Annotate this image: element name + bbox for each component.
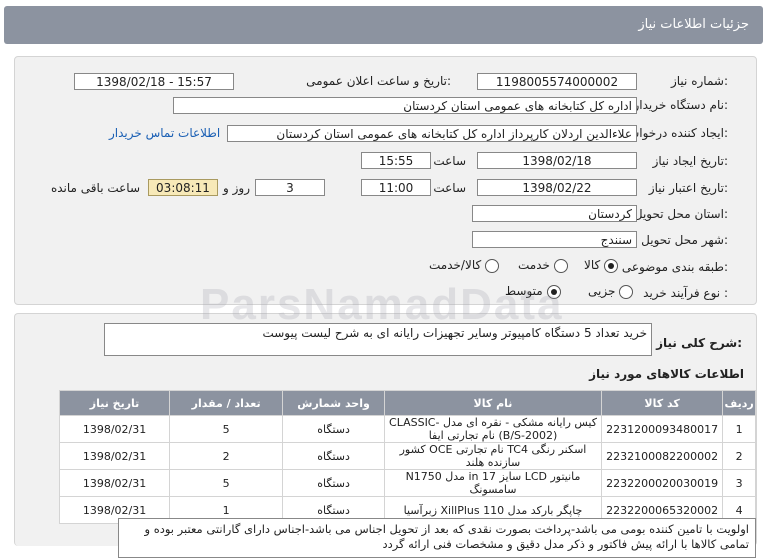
page-header: جزئیات اطلاعات نیاز — [4, 6, 763, 44]
radio-icon — [553, 258, 568, 273]
remaining-time-field[interactable]: 03:08:11 — [148, 179, 218, 196]
province-field[interactable]: کردستان — [472, 205, 637, 222]
need-details-panel: شماره نیاز: 1198005574000002 تاریخ و ساع… — [14, 56, 757, 305]
validity-date-label: تاریخ اعتبار نیاز: — [648, 181, 728, 195]
announce-field[interactable]: 1398/02/18 - 15:57 — [74, 73, 234, 90]
validity-date-field[interactable]: 1398/02/22 — [477, 179, 637, 196]
cell-unit: دستگاه — [282, 442, 385, 470]
cell-row: 2 — [722, 442, 756, 470]
need-number-label: شماره نیاز: — [670, 74, 728, 88]
validity-time-field[interactable]: 11:00 — [361, 179, 431, 196]
category-option-both-label: کالا/خدمت — [429, 258, 482, 272]
process-label: نوع فرآیند خرید : — [643, 286, 728, 300]
cell-code: 2232100082200002 — [600, 442, 724, 470]
page-title: جزئیات اطلاعات نیاز — [638, 17, 749, 32]
cell-name: کیس رایانه مشکی - نقره ای مدل CLASSIC-(B… — [384, 415, 602, 443]
process-option-medium[interactable]: متوسط — [505, 284, 561, 299]
category-option-both[interactable]: کالا/خدمت — [429, 258, 500, 273]
cell-date: 1398/02/31 — [58, 415, 171, 443]
col-header-name: نام کالا — [384, 390, 602, 416]
province-label: استان محل تحویل: — [633, 207, 728, 221]
cell-unit: دستگاه — [282, 469, 385, 497]
col-header-row: ردیف — [722, 390, 756, 416]
category-label: طبقه بندی موضوعی: — [621, 260, 728, 274]
cell-unit: دستگاه — [282, 415, 385, 443]
cell-code: 2232200020030019 — [600, 469, 724, 497]
requester-field[interactable]: علاءالدین اردلان کارپرداز اداره کل کتابخ… — [227, 125, 637, 142]
process-option-minor[interactable]: جزیی — [588, 284, 634, 299]
cell-qty: 5 — [169, 415, 284, 443]
goods-panel: شرح کلی نیاز: خرید تعداد 5 دستگاه کامپیو… — [14, 313, 757, 558]
radio-selected-icon — [546, 284, 561, 299]
cell-row: 3 — [722, 469, 756, 497]
category-option-service-label: خدمت — [518, 258, 550, 272]
radio-icon — [619, 284, 634, 299]
goods-table: ردیف کد کالا نام کالا واحد شمارش تعداد /… — [58, 390, 756, 524]
created-time-label: ساعت — [433, 154, 466, 168]
col-header-unit: واحد شمارش — [282, 390, 385, 416]
category-option-service[interactable]: خدمت — [518, 258, 568, 273]
need-number-field[interactable]: 1198005574000002 — [477, 73, 637, 90]
buyer-org-label: نام دستگاه خریدار: — [633, 98, 729, 112]
radio-selected-icon — [604, 258, 619, 273]
created-date-field[interactable]: 1398/02/18 — [477, 152, 637, 169]
col-header-date: تاریخ نیاز — [58, 390, 171, 416]
city-field[interactable]: سنندج — [472, 231, 637, 248]
category-option-goods[interactable]: کالا — [584, 258, 619, 273]
goods-section-title: اطلاعات کالاهای مورد نیاز — [589, 367, 744, 381]
radio-icon — [485, 258, 500, 273]
cell-code: 2231200093480017 — [600, 415, 724, 443]
table-row: 3 2232200020030019 مانیتور LCD سایز in 1… — [58, 469, 756, 497]
validity-time-label: ساعت — [433, 181, 466, 195]
created-time-field[interactable]: 15:55 — [361, 152, 431, 169]
cell-row: 1 — [722, 415, 756, 443]
buyer-notes-field[interactable]: اولویت با تامین کننده بومی می باشد-پرداخ… — [118, 518, 756, 558]
table-row: 2 2232100082200002 اسکنر رنگی TC4 نام تج… — [58, 442, 756, 470]
announce-label: تاریخ و ساعت اعلان عمومی: — [306, 74, 451, 88]
created-date-label: تاریخ ایجاد نیاز: — [652, 154, 728, 168]
summary-field[interactable]: خرید تعداد 5 دستگاه کامپیوتر وسایر تجهیز… — [104, 323, 652, 356]
remaining-days-field[interactable]: 3 — [255, 179, 325, 196]
category-option-goods-label: کالا — [584, 258, 601, 272]
col-header-code: کد کالا — [600, 390, 724, 416]
cell-name: مانیتور LCD سایز in 17 مدل N1750 سامسونگ — [384, 469, 602, 497]
process-option-medium-label: متوسط — [505, 284, 543, 298]
cell-date: 1398/02/31 — [58, 442, 171, 470]
buyer-contact-link[interactable]: اطلاعات تماس خریدار — [109, 126, 220, 140]
days-label: روز و — [223, 181, 250, 195]
buyer-org-field[interactable]: اداره کل کتابخانه های عمومی استان کردستا… — [173, 97, 637, 114]
col-header-qty: تعداد / مقدار — [169, 390, 284, 416]
remaining-label: ساعت باقی مانده — [50, 181, 140, 195]
city-label: شهر محل تحویل: — [641, 233, 728, 247]
table-row: 1 2231200093480017 کیس رایانه مشکی - نقر… — [58, 415, 756, 443]
process-option-minor-label: جزیی — [588, 284, 616, 298]
cell-name: اسکنر رنگی TC4 نام تجارتی OCE کشور سازند… — [384, 442, 602, 470]
cell-date: 1398/02/31 — [58, 469, 171, 497]
cell-qty: 2 — [169, 442, 284, 470]
summary-label: شرح کلی نیاز: — [656, 336, 742, 350]
cell-qty: 5 — [169, 469, 284, 497]
